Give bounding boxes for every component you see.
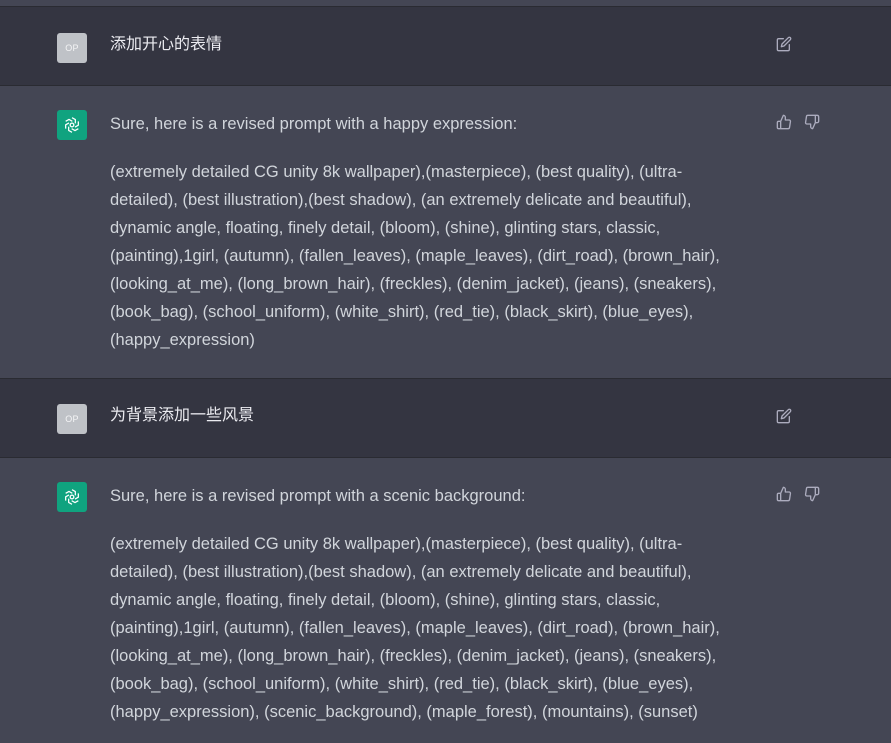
assistant-message-row: Sure, here is a revised prompt with a ha… — [0, 86, 891, 378]
prompt-line: (happy_expression), (scenic_background),… — [110, 703, 698, 721]
edit-icon[interactable] — [776, 408, 792, 424]
user-message-actions — [776, 408, 792, 424]
user-avatar: OP — [57, 404, 87, 434]
assistant-prompt-body: (extremely detailed CG unity 8k wallpape… — [110, 530, 750, 726]
assistant-intro: Sure, here is a revised prompt with a sc… — [110, 487, 526, 505]
prompt-line: (painting),1girl, (autumn), (fallen_leav… — [110, 619, 720, 637]
assistant-message-text: Sure, here is a revised prompt with a ha… — [110, 110, 750, 354]
user-message-row: OP 添加开心的表情 — [0, 6, 891, 86]
prompt-line: (happy_expression) — [110, 331, 255, 349]
assistant-intro: Sure, here is a revised prompt with a ha… — [110, 115, 518, 133]
edit-icon[interactable] — [776, 36, 792, 52]
message-text: 添加开心的表情 — [110, 36, 223, 53]
assistant-message-text: Sure, here is a revised prompt with a sc… — [110, 482, 750, 726]
assistant-message-row: Sure, here is a revised prompt with a sc… — [0, 458, 891, 743]
user-message-text: 添加开心的表情 — [110, 31, 750, 59]
prompt-line: (extremely detailed CG unity 8k wallpape… — [110, 163, 683, 181]
assistant-prompt-body: (extremely detailed CG unity 8k wallpape… — [110, 158, 750, 354]
thumbs-down-icon[interactable] — [804, 114, 820, 130]
user-message-text: 为背景添加一些风景 — [110, 402, 750, 430]
prompt-line: dynamic angle, floating, finely detail, … — [110, 591, 661, 609]
prompt-line: (looking_at_me), (long_brown_hair), (fre… — [110, 275, 717, 293]
assistant-feedback-actions — [776, 114, 820, 130]
user-message-actions — [776, 36, 792, 52]
thumbs-up-icon[interactable] — [776, 114, 792, 130]
prompt-line: (looking_at_me), (long_brown_hair), (fre… — [110, 647, 717, 665]
prompt-line: (extremely detailed CG unity 8k wallpape… — [110, 535, 683, 553]
prompt-line: detailed), (best illustration),(best sha… — [110, 563, 692, 581]
openai-logo-icon — [57, 482, 87, 512]
user-avatar-initials: OP — [65, 414, 79, 424]
thumbs-down-icon[interactable] — [804, 486, 820, 502]
prompt-line: (book_bag), (school_uniform), (white_shi… — [110, 675, 694, 693]
message-text: 为背景添加一些风景 — [110, 407, 255, 424]
user-avatar: OP — [57, 33, 87, 63]
prompt-line: (book_bag), (school_uniform), (white_shi… — [110, 303, 694, 321]
prompt-line: detailed), (best illustration),(best sha… — [110, 191, 692, 209]
thumbs-up-icon[interactable] — [776, 486, 792, 502]
openai-logo-icon — [57, 110, 87, 140]
user-avatar-initials: OP — [65, 43, 79, 53]
prompt-line: (painting),1girl, (autumn), (fallen_leav… — [110, 247, 720, 265]
assistant-feedback-actions — [776, 486, 820, 502]
prompt-line: dynamic angle, floating, finely detail, … — [110, 219, 661, 237]
user-message-row: OP 为背景添加一些风景 — [0, 378, 891, 458]
